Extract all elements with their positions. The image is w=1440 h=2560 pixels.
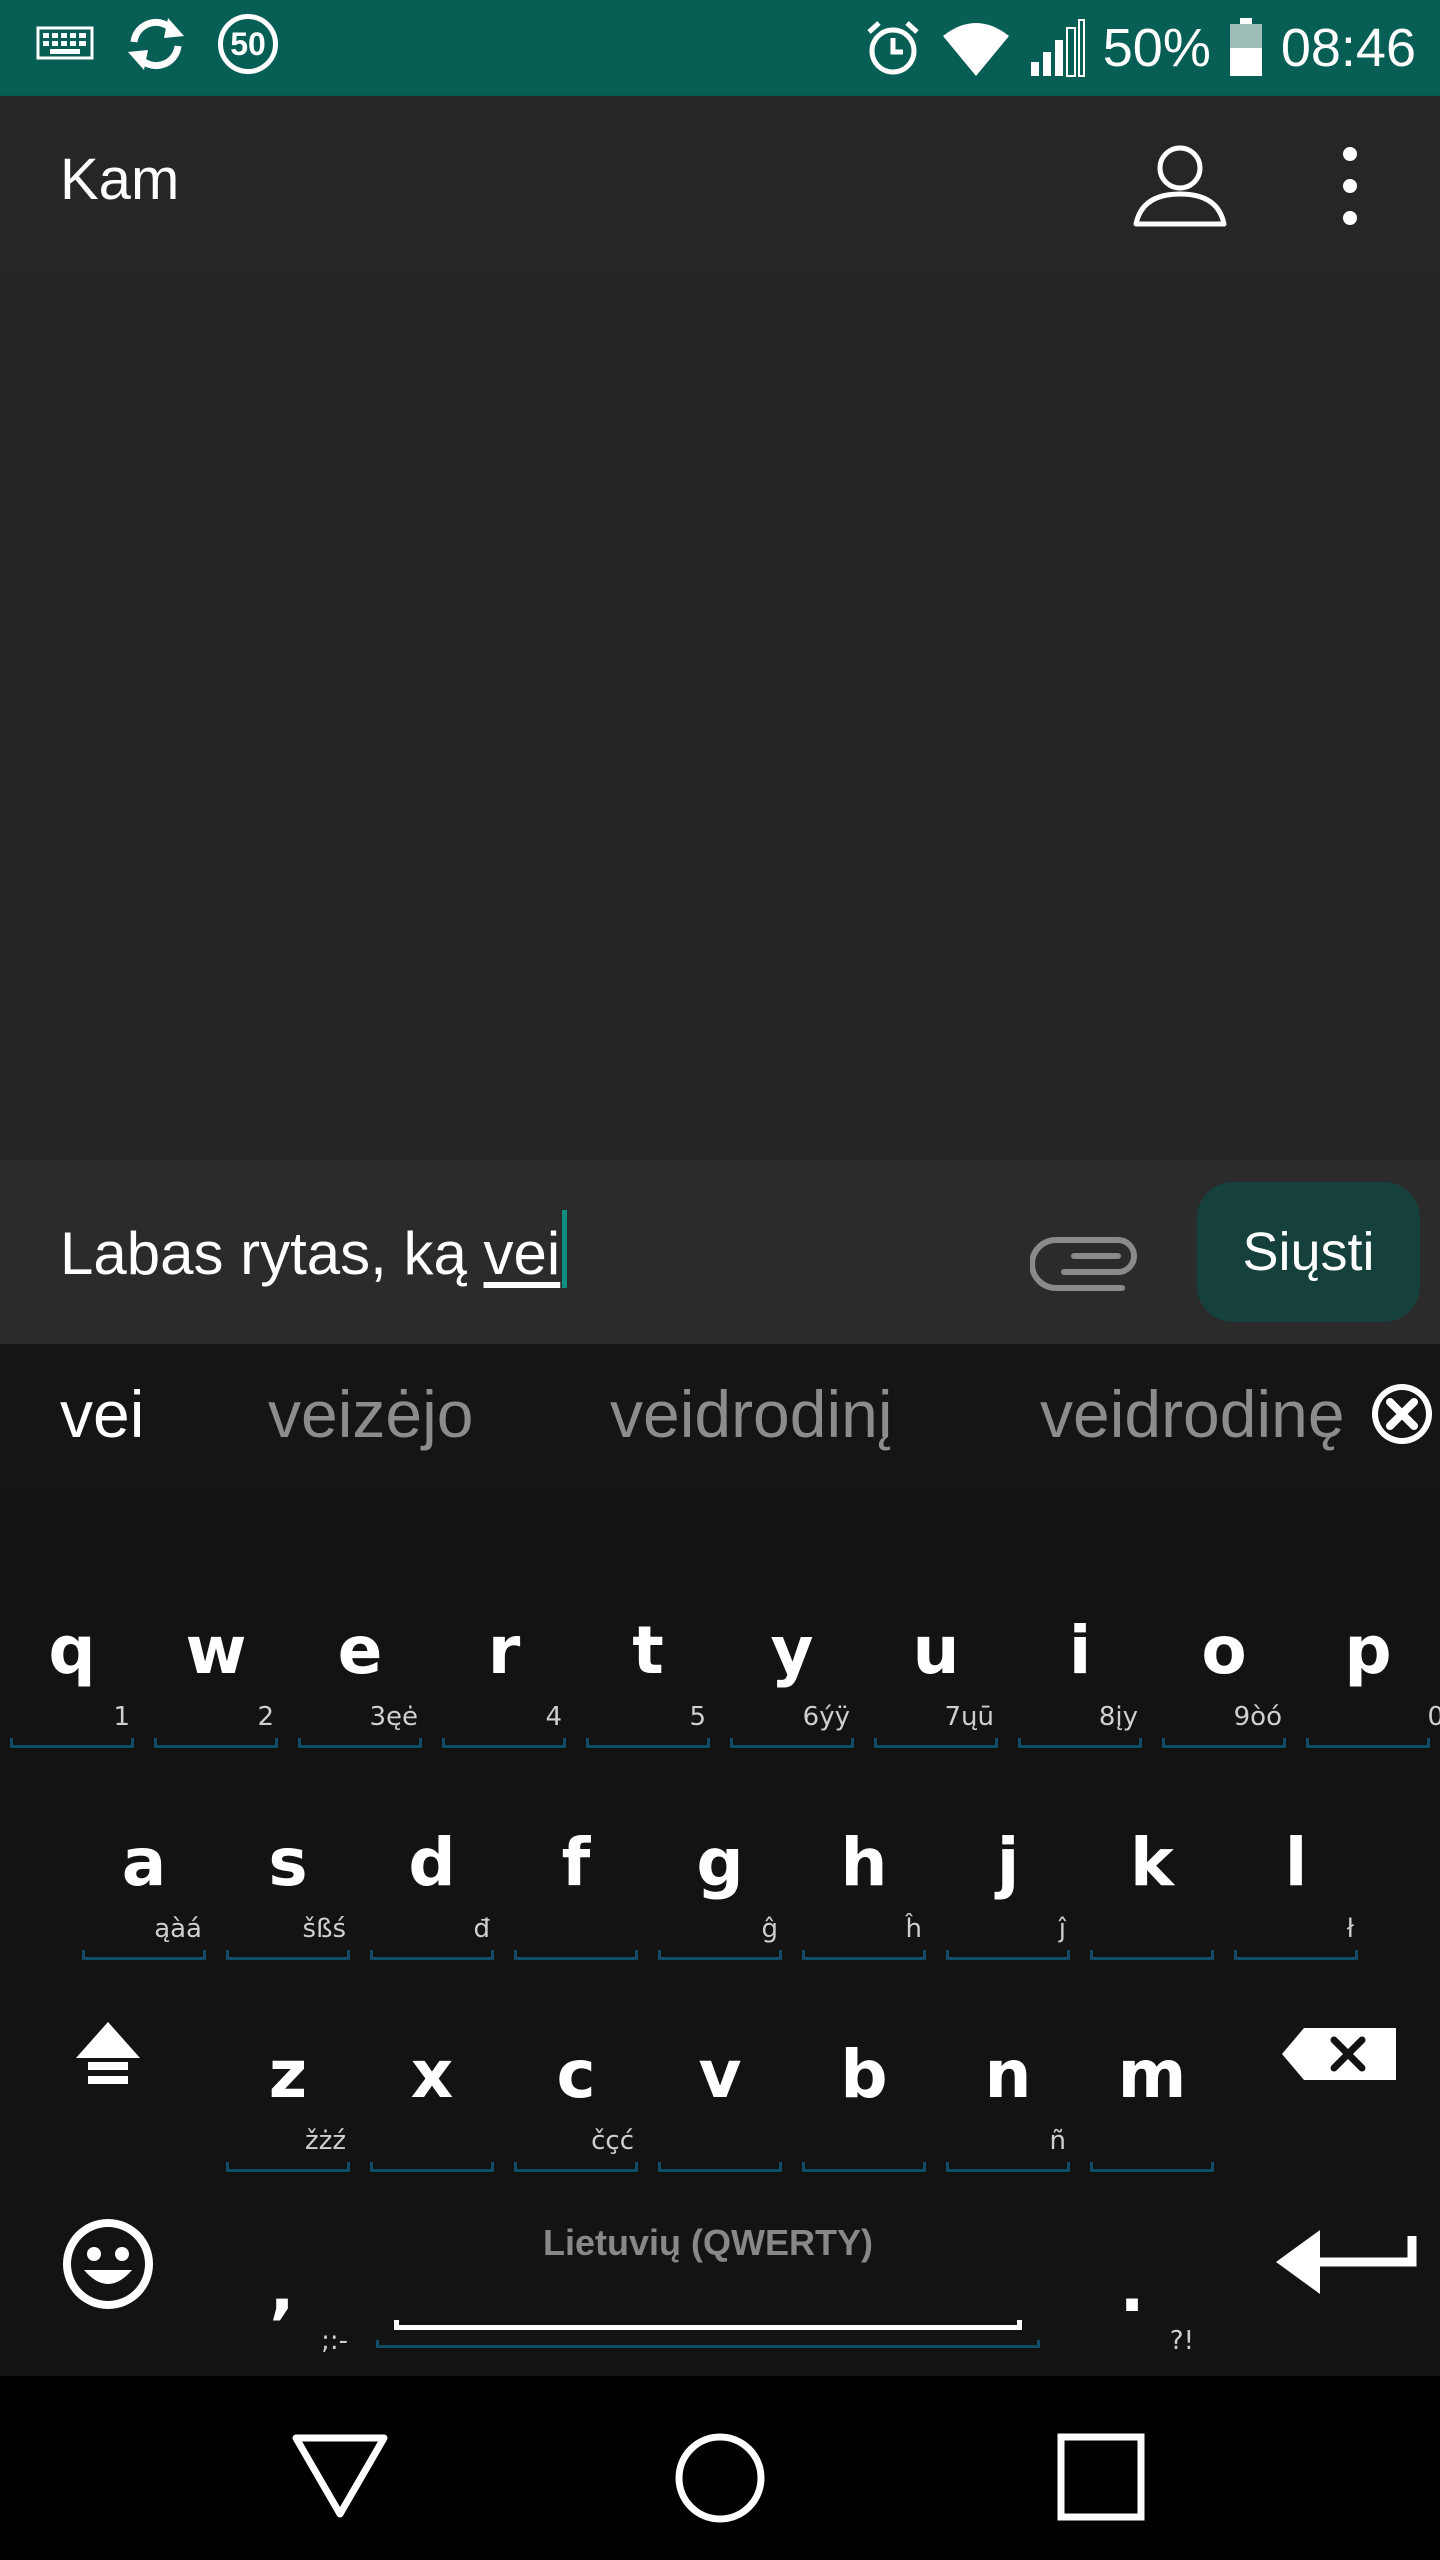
message-text: Labas rytas, ką [60, 1220, 484, 1287]
period-key[interactable]: .?! [1060, 2200, 1204, 2400]
contact-icon[interactable] [1130, 136, 1230, 236]
key-f[interactable]: f [504, 1788, 648, 1988]
key-c[interactable]: c čçć [504, 2000, 648, 2200]
message-thread [0, 272, 1440, 1160]
key-a[interactable]: a ąàá [72, 1788, 216, 1988]
keyboard-icon [36, 26, 94, 60]
key-l[interactable]: lł [1224, 1788, 1368, 1988]
key-s[interactable]: s šßś [216, 1788, 360, 1988]
data-saver-badge: 50 [218, 14, 278, 74]
key-w[interactable]: w2 [144, 1576, 288, 1776]
battery-icon [1229, 18, 1262, 76]
more-options-icon[interactable] [1320, 136, 1380, 236]
sync-icon [128, 18, 184, 70]
suggestion-4[interactable]: veidrodinę [1040, 1376, 1368, 1452]
key-y[interactable]: y 6ýÿ [720, 1576, 864, 1776]
shift-key[interactable] [36, 2000, 180, 2200]
key-n[interactable]: nñ [936, 2000, 1080, 2200]
key-x[interactable]: x [360, 2000, 504, 2200]
key-k[interactable]: k [1080, 1788, 1224, 1988]
back-icon[interactable] [290, 2430, 390, 2520]
backspace-icon [1282, 2028, 1396, 2080]
signal-icon [1030, 19, 1085, 77]
battery-percent: 50% [1102, 18, 1211, 78]
backspace-key[interactable] [1262, 2000, 1422, 2200]
suggestion-3[interactable]: veidrodinį [610, 1376, 893, 1452]
key-j[interactable]: jĵ [936, 1788, 1080, 1988]
key-q[interactable]: q1 [0, 1576, 144, 1776]
send-button[interactable]: Siųsti [1197, 1182, 1420, 1322]
space-bar[interactable]: Lietuvių (QWERTY) [376, 2200, 1040, 2360]
key-h[interactable]: hĥ [792, 1788, 936, 1988]
close-suggestions-icon[interactable] [1368, 1380, 1436, 1448]
emoji-key[interactable] [36, 2200, 186, 2400]
text-cursor [562, 1210, 568, 1288]
home-icon[interactable] [672, 2430, 768, 2526]
key-d[interactable]: dđ [360, 1788, 504, 1988]
space-bar-glyph [394, 2320, 1022, 2330]
key-o[interactable]: o 9òó [1152, 1576, 1296, 1776]
key-v[interactable]: v [648, 2000, 792, 2200]
attach-icon[interactable] [1030, 1210, 1150, 1300]
alarm-icon [867, 21, 919, 75]
suggestion-2[interactable]: veizėjo [268, 1376, 473, 1452]
emoji-icon [63, 2219, 153, 2309]
key-r[interactable]: r4 [432, 1576, 576, 1776]
key-e[interactable]: e 3ęė [288, 1576, 432, 1776]
composing-word: vei [483, 1220, 561, 1287]
key-t[interactable]: t5 [576, 1576, 720, 1776]
shift-icon [76, 2022, 140, 2084]
suggestion-strip: vei veizėjo veidrodinį veidrodinę [0, 1344, 1440, 1494]
app-bar: Kam [0, 96, 1440, 272]
key-u[interactable]: u 7ųū [864, 1576, 1008, 1776]
enter-key[interactable] [1266, 2200, 1426, 2400]
wifi-icon [942, 23, 1009, 76]
clock: 08:46 [1280, 18, 1416, 78]
key-b[interactable]: b [792, 2000, 936, 2200]
key-p[interactable]: p0 [1296, 1576, 1440, 1776]
keyboard-language-label: Lietuvių (QWERTY) [543, 2222, 873, 2263]
enter-icon [1276, 2230, 1417, 2294]
key-m[interactable]: m [1080, 2000, 1224, 2200]
compose-bar: Labas rytas, ką vei Siųsti [0, 1160, 1440, 1344]
comma-key[interactable]: , ;:- [210, 2200, 354, 2400]
key-g[interactable]: gĝ [648, 1788, 792, 1988]
message-input[interactable]: Labas rytas, ką vei [60, 1210, 568, 1288]
navigation-bar [0, 2376, 1440, 2560]
status-bar: 50 50% 08:46 [0, 0, 1440, 96]
recipient-field-label[interactable]: Kam [60, 146, 179, 213]
recents-icon[interactable] [1056, 2432, 1146, 2522]
key-z[interactable]: z žżź [216, 2000, 360, 2200]
suggestion-1[interactable]: vei [60, 1376, 144, 1452]
key-i[interactable]: i 8įy [1008, 1576, 1152, 1776]
